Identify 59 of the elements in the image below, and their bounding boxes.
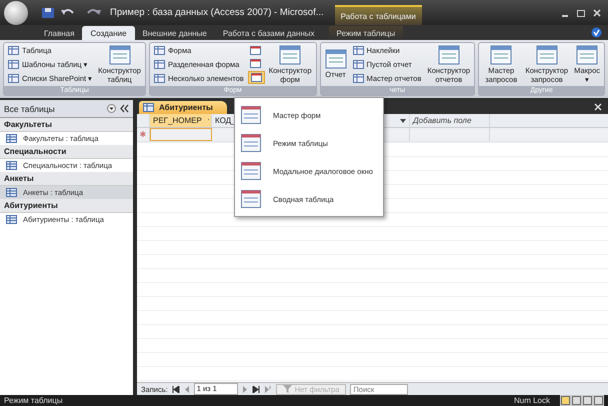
dropdown-icon[interactable] — [400, 118, 406, 122]
document-icon — [108, 45, 131, 66]
document-icon — [438, 45, 460, 66]
group-header[interactable]: Анкеты — [0, 172, 133, 186]
funnel-icon — [282, 385, 292, 393]
grid-icon — [352, 74, 364, 83]
group-header[interactable]: Абитуриенты — [0, 199, 133, 213]
table-icon — [6, 134, 17, 143]
ribbon-tab[interactable]: Работа с базами данных — [214, 26, 323, 40]
grid-icon — [8, 60, 19, 69]
ribbon-tab[interactable]: Главная — [36, 26, 82, 40]
table-icon — [6, 188, 17, 197]
window-title: Пример : база данных (Access 2007) - Microsof... — [110, 7, 324, 18]
ribbon-tab[interactable]: Внешние данные — [134, 26, 215, 40]
collapse-icon[interactable] — [120, 104, 129, 113]
status-text: Режим таблицы — [4, 396, 63, 405]
window-icon — [250, 46, 261, 55]
document-icon — [536, 45, 558, 66]
ribbon-tab[interactable]: Режим таблицы — [328, 26, 404, 40]
table-icon — [6, 161, 17, 170]
document-icon — [279, 45, 302, 66]
ribbon-tab[interactable]: Создание — [82, 26, 135, 40]
grid-icon — [8, 46, 19, 56]
context-tab-header: Работа с таблицами — [334, 5, 422, 25]
grid-icon — [352, 46, 364, 56]
table-icon — [6, 215, 17, 224]
window-icon — [250, 59, 261, 68]
document-tab[interactable]: Абитуриенты — [139, 101, 227, 114]
grid-icon — [8, 74, 19, 83]
close-icon[interactable] — [594, 103, 602, 111]
save-icon[interactable] — [41, 6, 55, 18]
office-button[interactable] — [4, 0, 28, 24]
document-icon — [324, 49, 347, 70]
close-icon[interactable] — [592, 8, 602, 18]
grid-icon — [154, 60, 165, 69]
grid-icon — [154, 46, 165, 56]
grid-icon — [154, 74, 165, 83]
table-cell[interactable] — [150, 128, 212, 141]
group-header[interactable]: Специальности — [0, 145, 133, 159]
form-icon — [241, 134, 261, 152]
icon-button[interactable] — [248, 71, 265, 84]
pane-title: Все таблицы — [4, 104, 55, 114]
column-header[interactable]: Добавить поле — [410, 114, 490, 127]
maximize-icon[interactable] — [576, 8, 586, 18]
column-header[interactable]: РЕГ_НОМЕР — [150, 114, 212, 127]
document-icon — [490, 45, 512, 66]
first-record-icon[interactable] — [172, 386, 180, 392]
last-record-icon[interactable] — [252, 386, 260, 392]
form-icon — [241, 106, 261, 124]
table-icon — [143, 103, 154, 112]
document-icon — [576, 45, 598, 66]
form-icon — [241, 190, 261, 208]
num-lock-indicator: Num Lock — [514, 396, 550, 405]
form-icon — [241, 162, 261, 180]
dropdown-icon[interactable] — [107, 104, 116, 113]
grid-icon — [352, 60, 364, 69]
help-icon[interactable] — [591, 27, 602, 38]
window-icon — [250, 73, 262, 82]
group-header[interactable]: Факультеты — [0, 118, 133, 132]
